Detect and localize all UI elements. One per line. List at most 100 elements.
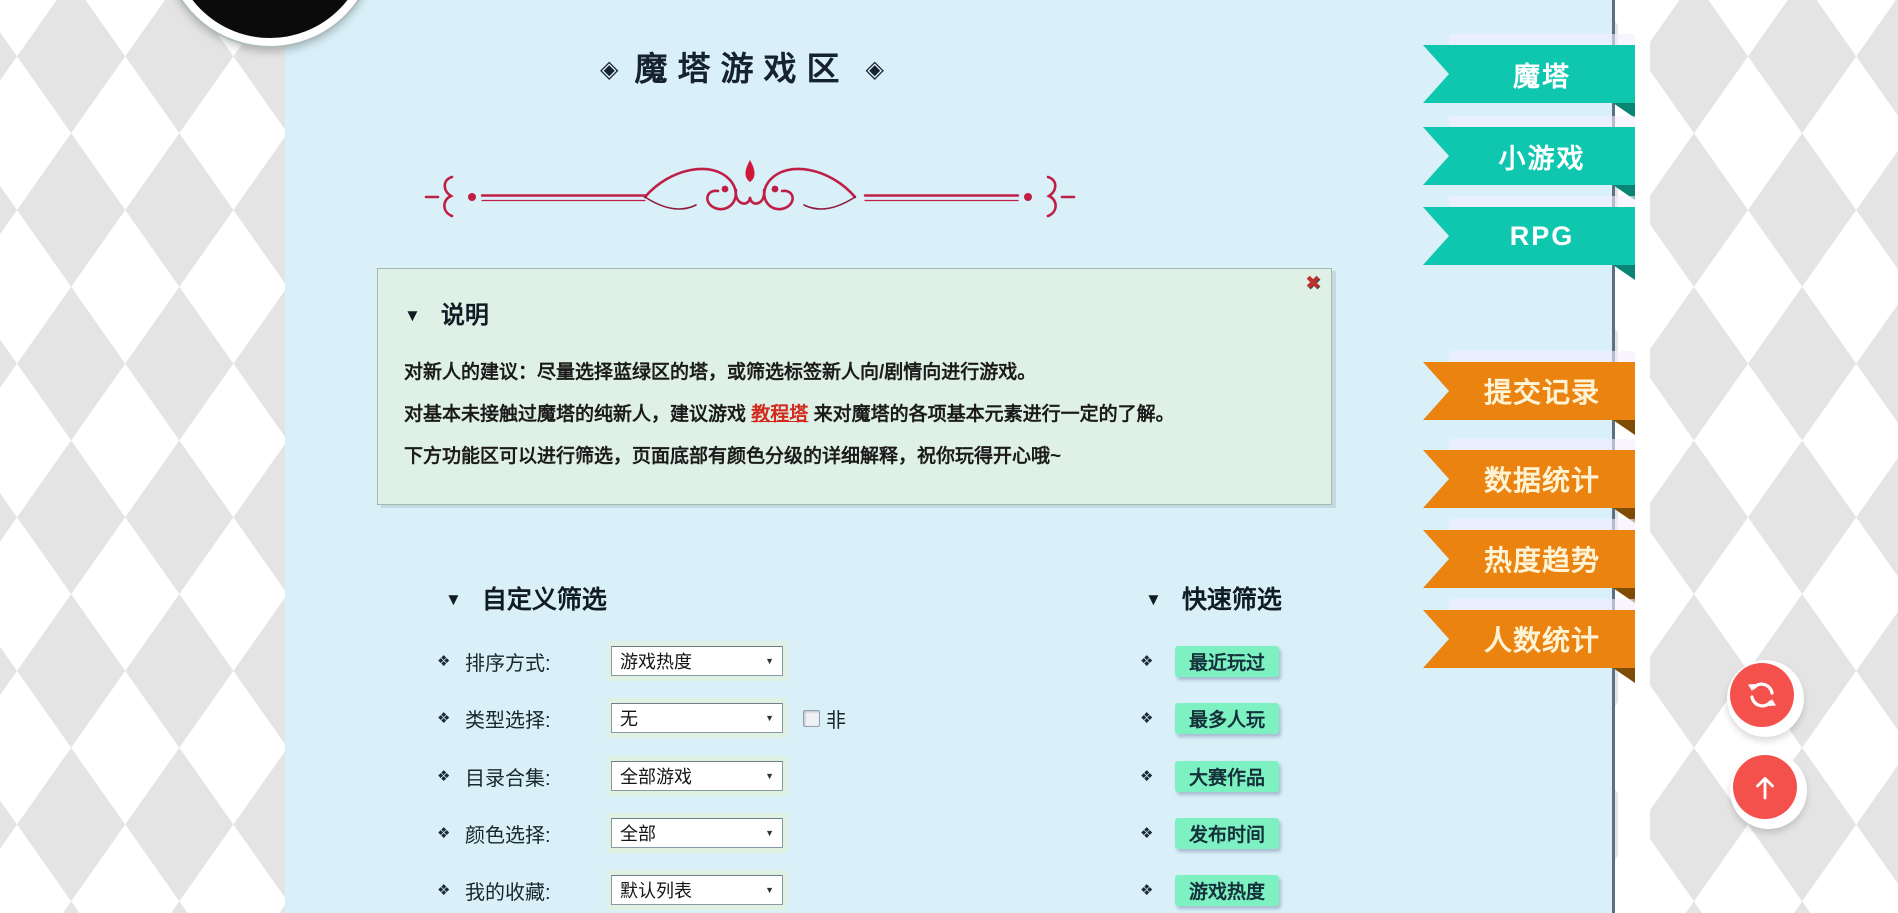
four-diamond-bullet-icon: ❖ [437,652,465,670]
four-diamond-bullet-icon: ❖ [1140,709,1175,727]
contest-works-button[interactable]: 大赛作品 [1175,761,1279,792]
ribbon-player-stats[interactable]: 人数统计 [1423,610,1635,668]
type-select[interactable]: 无▼ [611,703,783,733]
ribbon-highlight [1449,351,1635,362]
release-date-button[interactable]: 发布时间 [1175,818,1279,849]
ribbon-minigame[interactable]: 小游戏 [1423,127,1635,185]
notice-line: 对基本未接触过魔塔的纯新人，建议游戏 教程塔 来对魔塔的各项基本元素进行一定的了… [404,394,1301,436]
quick-filter-row: ❖ 发布时间 [1140,813,1279,853]
back-to-top-button[interactable] [1730,752,1807,829]
notice-text: 对基本未接触过魔塔的纯新人，建议游戏 [404,404,751,425]
notice-heading: ▼ 说明 [404,295,1301,330]
four-diamond-bullet-icon: ❖ [1140,767,1175,785]
negate-checkbox-label: 非 [826,704,846,733]
four-diamond-bullet-icon: ❖ [1140,652,1175,670]
four-diamond-bullet-icon: ❖ [437,824,465,842]
ribbon-label: 人数统计 [1423,610,1635,668]
select-value: 无 [620,705,765,731]
ribbon-label: RPG [1423,207,1635,265]
ribbon-highlight [1449,116,1635,127]
ribbon-label: 热度趋势 [1423,530,1635,588]
select-backing: 全部游戏▼ [607,756,787,796]
notice-heading-text: 说明 [441,302,489,329]
ribbon-highlight [1449,439,1635,450]
quick-filter-row: ❖ 最多人玩 [1140,698,1279,738]
ribbon-label: 提交记录 [1423,362,1635,420]
quick-filter-row: ❖ 游戏热度 [1140,870,1279,910]
filter-row-favorites: ❖ 我的收藏: 默认列表▼ [437,870,787,910]
quick-filter-row: ❖ 最近玩过 [1140,641,1279,681]
collection-select[interactable]: 全部游戏▼ [611,761,783,791]
ribbon-label: 小游戏 [1423,127,1635,185]
triangle-down-icon: ▼ [445,590,462,609]
up-arrow-icon [1733,755,1797,819]
refresh-button[interactable] [1727,660,1804,737]
negate-checkbox[interactable] [803,710,820,727]
select-backing: 游戏热度▼ [607,641,787,681]
chevron-down-icon: ▼ [765,656,774,666]
select-backing: 默认列表▼ [607,870,787,910]
ribbon-label: 魔塔 [1423,45,1635,103]
tutorial-tower-link[interactable]: 教程塔 [751,404,808,425]
ribbon-rpg[interactable]: RPG [1423,207,1635,265]
page: ◈魔塔游戏区◈ ✖ ▼说明 对新人的 [0,0,1898,913]
recently-played-button[interactable]: 最近玩过 [1175,646,1279,677]
ribbon-highlight [1449,519,1635,530]
page-title: ◈魔塔游戏区◈ [285,42,1199,90]
filter-label: 我的收藏: [465,876,607,905]
select-backing: 全部▼ [607,813,787,853]
triangle-down-icon: ▼ [404,306,421,325]
filter-label: 类型选择: [465,704,607,733]
select-value: 游戏热度 [620,648,765,674]
filter-label: 目录合集: [465,762,607,791]
chevron-down-icon: ▼ [765,828,774,838]
chevron-down-icon: ▼ [765,771,774,781]
filter-row-sort: ❖ 排序方式: 游戏热度▼ [437,641,787,681]
ribbon-heat-trend[interactable]: 热度趋势 [1423,530,1635,588]
select-value: 全部 [620,820,765,846]
select-value: 默认列表 [620,877,765,903]
four-diamond-bullet-icon: ❖ [437,881,465,899]
notice-box: ✖ ▼ 说明 对新人的建议：尽量选择蓝绿区的塔，或筛选标签新人向/剧情向进行游戏。… [377,268,1332,505]
diamond-ornament-icon: ◈ [600,56,618,83]
filter-label: 排序方式: [465,647,607,676]
four-diamond-bullet-icon: ❖ [437,767,465,785]
game-heat-button[interactable]: 游戏热度 [1175,875,1279,906]
ribbon-submit-records[interactable]: 提交记录 [1423,362,1635,420]
quick-filter-row: ❖ 大赛作品 [1140,756,1279,796]
ribbon-label: 数据统计 [1423,450,1635,508]
filter-row-color: ❖ 颜色选择: 全部▼ [437,813,787,853]
ribbon-highlight [1449,196,1635,207]
quick-filter-heading: ▼ 快速筛选 [1145,580,1282,616]
divider-flourish [420,150,1080,245]
close-icon[interactable]: ✖ [1305,274,1321,293]
notice-text: 下方功能区可以进行筛选，页面底部有颜色分级的详细解释，祝你玩得开心哦~ [404,446,1061,467]
ribbon-highlight [1449,599,1635,610]
custom-filter-heading: ▼ 自定义筛选 [445,580,607,616]
ribbon-highlight [1449,34,1635,45]
notice-text: 对新人的建议：尽量选择蓝绿区的塔，或筛选标签新人向/剧情向进行游戏。 [404,362,1036,383]
notice-line: 下方功能区可以进行筛选，页面底部有颜色分级的详细解释，祝你玩得开心哦~ [404,436,1301,478]
favorites-select[interactable]: 默认列表▼ [611,875,783,905]
filter-label: 颜色选择: [465,819,607,848]
custom-filter-heading-text: 自定义筛选 [482,586,607,614]
triangle-down-icon: ▼ [1145,590,1162,609]
four-diamond-bullet-icon: ❖ [1140,881,1175,899]
select-value: 全部游戏 [620,763,765,789]
color-select[interactable]: 全部▼ [611,818,783,848]
ribbon-mota[interactable]: 魔塔 [1423,45,1635,103]
notice-line: 对新人的建议：尽量选择蓝绿区的塔，或筛选标签新人向/剧情向进行游戏。 [404,352,1301,394]
refresh-icon [1730,663,1794,727]
sort-mode-select[interactable]: 游戏热度▼ [611,646,783,676]
filter-row-type: ❖ 类型选择: 无▼ 非 [437,698,846,738]
chevron-down-icon: ▼ [765,885,774,895]
four-diamond-bullet-icon: ❖ [437,709,465,727]
ribbon-data-stats[interactable]: 数据统计 [1423,450,1635,508]
notice-text: 来对魔塔的各项基本元素进行一定的了解。 [808,404,1174,425]
diamond-ornament-icon: ◈ [866,56,884,83]
most-played-button[interactable]: 最多人玩 [1175,703,1279,734]
chevron-down-icon: ▼ [765,713,774,723]
quick-filter-heading-text: 快速筛选 [1182,586,1282,614]
select-backing: 无▼ [607,698,787,738]
filter-row-collection: ❖ 目录合集: 全部游戏▼ [437,756,787,796]
